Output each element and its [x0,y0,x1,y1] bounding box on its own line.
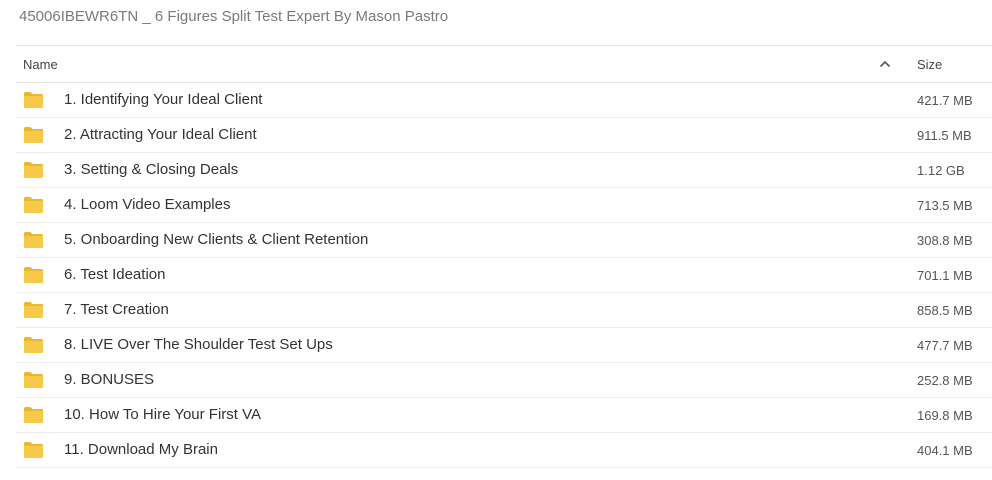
item-name[interactable]: 9. BONUSES [64,371,154,388]
item-size: 404.1 MB [917,443,973,458]
list-item[interactable]: 1. Identifying Your Ideal Client 421.7 M… [16,83,992,118]
folder-title: 45006IBEWR6TN _ 6 Figures Split Test Exp… [19,8,449,25]
item-size: 421.7 MB [917,93,973,108]
list-item[interactable]: 5. Onboarding New Clients & Client Reten… [16,223,992,258]
item-size: 252.8 MB [917,373,973,388]
folder-icon [23,301,44,319]
item-size: 701.1 MB [917,268,973,283]
folder-icon [23,196,44,214]
list-item[interactable]: 6. Test Ideation 701.1 MB [16,258,992,293]
list-item[interactable]: 8. LIVE Over The Shoulder Test Set Ups 4… [16,328,992,363]
folder-icon [23,441,44,459]
list-item[interactable]: 3. Setting & Closing Deals 1.12 GB [16,153,992,188]
item-name[interactable]: 4. Loom Video Examples [64,196,231,213]
list-item[interactable]: 9. BONUSES 252.8 MB [16,363,992,398]
list-item[interactable]: 4. Loom Video Examples 713.5 MB [16,188,992,223]
folder-icon [23,161,44,179]
folder-icon [23,126,44,144]
list-item[interactable]: 7. Test Creation 858.5 MB [16,293,992,328]
item-name[interactable]: 5. Onboarding New Clients & Client Reten… [64,231,368,248]
file-list: Name Size 1. Identifying Your Ideal Clie… [16,45,992,468]
name-column-header[interactable]: Name [23,57,58,72]
item-size: 713.5 MB [917,198,973,213]
file-browser: 45006IBEWR6TN _ 6 Figures Split Test Exp… [0,0,992,480]
list-item[interactable]: 11. Download My Brain 404.1 MB [16,433,992,468]
item-name[interactable]: 10. How To Hire Your First VA [64,406,261,423]
item-size: 477.7 MB [917,338,973,353]
item-size: 858.5 MB [917,303,973,318]
item-name[interactable]: 1. Identifying Your Ideal Client [64,91,262,108]
folder-icon [23,336,44,354]
item-name[interactable]: 6. Test Ideation [64,266,165,283]
folder-icon [23,231,44,249]
list-header: Name Size [16,45,992,83]
item-name[interactable]: 2. Attracting Your Ideal Client [64,126,257,143]
folder-icon [23,406,44,424]
item-name[interactable]: 11. Download My Brain [64,441,218,458]
rows-container: 1. Identifying Your Ideal Client 421.7 M… [16,83,992,468]
item-name[interactable]: 3. Setting & Closing Deals [64,161,238,178]
item-size: 308.8 MB [917,233,973,248]
list-item[interactable]: 10. How To Hire Your First VA 169.8 MB [16,398,992,433]
chevron-up-icon[interactable] [878,57,892,71]
item-name[interactable]: 8. LIVE Over The Shoulder Test Set Ups [64,336,333,353]
item-name[interactable]: 7. Test Creation [64,301,169,318]
folder-icon [23,91,44,109]
folder-icon [23,371,44,389]
list-item[interactable]: 2. Attracting Your Ideal Client 911.5 MB [16,118,992,153]
size-column-header[interactable]: Size [917,57,942,72]
item-size: 911.5 MB [917,128,972,143]
item-size: 1.12 GB [917,163,965,178]
item-size: 169.8 MB [917,408,973,423]
folder-icon [23,266,44,284]
